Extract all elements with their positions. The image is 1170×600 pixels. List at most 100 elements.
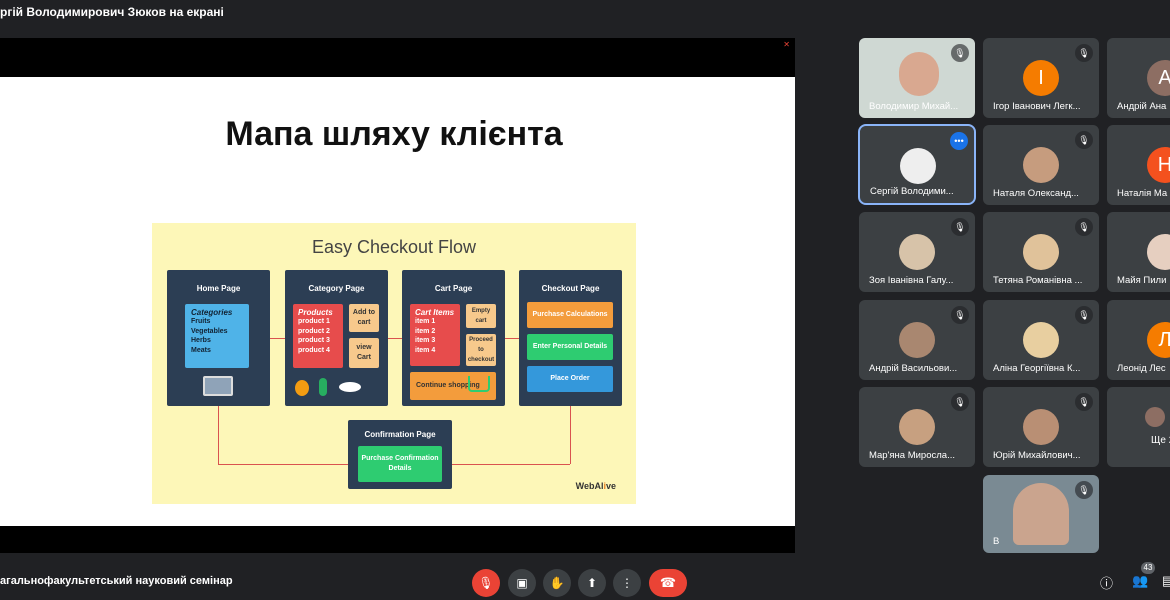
participant-name: Зоя Іванівна Галу... bbox=[869, 275, 954, 286]
mic-off-icon: 🎙 bbox=[951, 218, 969, 236]
shared-screen: ✕ Мапа шляху клієнта Easy Checkout Flow … bbox=[0, 38, 795, 553]
panel-title: Checkout Page bbox=[541, 284, 600, 293]
list-item: product 1 bbox=[298, 318, 330, 325]
confirmation-page-panel: Confirmation Page Purchase Confirmation … bbox=[348, 420, 452, 489]
present-screen-button[interactable]: ⬆ bbox=[578, 569, 606, 597]
participant-tile[interactable]: 🎙 Тетяна Романівна ... bbox=[983, 212, 1099, 292]
top-bar: ргій Володимирович Зюков на екрані bbox=[0, 0, 1170, 26]
list-item: Meats bbox=[191, 346, 211, 354]
flow-arrow bbox=[270, 338, 285, 339]
panel-title: Home Page bbox=[196, 284, 241, 293]
more-options-icon[interactable]: ••• bbox=[950, 132, 968, 150]
more-participants-count: Ще 27 bbox=[1151, 435, 1170, 446]
participant-name: Андрій Васильови... bbox=[869, 363, 958, 374]
mic-off-icon: 🎙 bbox=[1075, 44, 1093, 62]
mic-off-icon: 🎙 bbox=[478, 576, 494, 590]
products-heading: Products bbox=[298, 308, 333, 317]
diagram-title: Easy Checkout Flow bbox=[311, 237, 477, 257]
avatar bbox=[900, 148, 936, 184]
participant-tile[interactable]: 🎙 Зоя Іванівна Галу... bbox=[859, 212, 975, 292]
participant-tile[interactable]: 🎙 Андрій Васильови... bbox=[859, 300, 975, 380]
mic-off-icon: 🎙 bbox=[951, 306, 969, 324]
avatar: Н bbox=[1147, 147, 1170, 183]
avatar bbox=[1023, 409, 1059, 445]
flow-arrow bbox=[218, 464, 348, 465]
presentation-slide: Мапа шляху клієнта Easy Checkout Flow Ho… bbox=[0, 77, 795, 526]
participant-tile[interactable]: ••• Сергій Володими... bbox=[858, 124, 976, 205]
fish-icon bbox=[339, 382, 361, 392]
participant-tile[interactable]: Майя Пили bbox=[1107, 212, 1170, 292]
flow-arrow bbox=[570, 406, 571, 464]
slide-title: Мапа шляху клієнта bbox=[225, 115, 563, 153]
camera-toggle-button[interactable]: ▣ bbox=[508, 569, 536, 597]
cart-page-panel: Cart Page Cart Items item 1 item 2 item … bbox=[402, 270, 505, 406]
mic-off-icon: 🎙 bbox=[1075, 306, 1093, 324]
proceed-to-checkout-box: Proceed to checkout bbox=[466, 334, 496, 366]
participant-tile[interactable]: А Андрій Ана bbox=[1107, 38, 1170, 118]
meeting-name: агальнофакультетський науковий семінар bbox=[0, 575, 233, 587]
participant-tile[interactable]: Л Леонід Лес bbox=[1107, 300, 1170, 380]
categories-box: Categories Fruits Vegetables Herbs Meats bbox=[185, 304, 249, 368]
avatar: А bbox=[1147, 60, 1170, 96]
participant-name: Майя Пили bbox=[1117, 275, 1167, 286]
participant-name: Сергій Володими... bbox=[870, 186, 954, 197]
participant-tile[interactable]: 🎙 Юрій Михайлович... bbox=[983, 387, 1099, 467]
list-item: item 2 bbox=[415, 327, 436, 335]
list-item: item 4 bbox=[415, 346, 436, 354]
participant-tile[interactable]: 🎙 Аліна Георгіївна К... bbox=[983, 300, 1099, 380]
panel-title: Category Page bbox=[308, 284, 365, 293]
hand-icon: ✋ bbox=[549, 576, 565, 590]
participant-tile[interactable]: 🎙 Володимир Михай... bbox=[859, 38, 975, 118]
mic-off-icon: 🎙 bbox=[1075, 393, 1093, 411]
cart-items-heading: Cart Items bbox=[415, 308, 455, 317]
present-icon: ⬆ bbox=[586, 576, 598, 590]
participant-tile[interactable]: 🎙 В bbox=[983, 475, 1099, 553]
participant-tile[interactable]: 🎙 Мар'яна Миросла... bbox=[859, 387, 975, 467]
products-box: Products product 1 product 2 product 3 p… bbox=[293, 304, 343, 368]
list-item: Fruits bbox=[191, 318, 211, 325]
panel-title: Cart Page bbox=[434, 284, 473, 293]
participant-count-badge: 43 bbox=[1141, 562, 1155, 574]
cart-icon bbox=[468, 376, 490, 392]
more-vert-icon: ⋮ bbox=[621, 576, 633, 590]
info-icon[interactable]: ⓘ bbox=[1100, 573, 1113, 592]
empty-cart-box: Empty cart bbox=[466, 304, 496, 328]
logo-text: ve bbox=[605, 481, 616, 491]
close-icon[interactable]: ✕ bbox=[783, 40, 790, 49]
mic-toggle-button[interactable]: 🎙 bbox=[472, 569, 500, 597]
list-item: Vegetables bbox=[191, 327, 228, 335]
participant-tile[interactable]: Н Наталія Ма bbox=[1107, 125, 1170, 205]
avatar bbox=[899, 409, 935, 445]
participant-name: Мар'яна Миросла... bbox=[869, 450, 955, 461]
mic-off-icon: 🎙 bbox=[1075, 218, 1093, 236]
participant-name: Ігор Іванович Легк... bbox=[993, 101, 1081, 112]
webalive-logo: WebAlive bbox=[576, 481, 616, 491]
category-page-panel: Category Page Products product 1 product… bbox=[285, 270, 388, 406]
mic-off-icon: 🎙 bbox=[951, 44, 969, 62]
list-item: Herbs bbox=[191, 337, 211, 344]
mic-off-icon: 🎙 bbox=[951, 393, 969, 411]
enter-personal-details-box: Enter Personal Details bbox=[527, 334, 613, 360]
list-item: product 2 bbox=[298, 327, 330, 335]
fruit-icon bbox=[295, 380, 309, 396]
add-to-cart-box: Add to cart bbox=[349, 304, 379, 332]
participant-tile[interactable]: 🎙 Наталя Олександ... bbox=[983, 125, 1099, 205]
mic-off-icon: 🎙 bbox=[1075, 481, 1093, 499]
mic-off-icon: 🎙 bbox=[1075, 131, 1093, 149]
participant-tile[interactable]: І 🎙 Ігор Іванович Легк... bbox=[983, 38, 1099, 118]
bottom-bar: агальнофакультетський науковий семінар 🎙… bbox=[0, 560, 1170, 600]
chat-icon[interactable]: ▤ bbox=[1162, 573, 1170, 589]
purchase-confirmation-box: Purchase Confirmation Details bbox=[358, 446, 442, 482]
computer-icon bbox=[203, 376, 233, 396]
more-options-button[interactable]: ⋮ bbox=[613, 569, 641, 597]
flow-arrow bbox=[218, 406, 219, 464]
more-participants-tile[interactable]: Ще 27 bbox=[1107, 387, 1170, 467]
avatar bbox=[1023, 234, 1059, 270]
avatar bbox=[1145, 407, 1165, 427]
leave-call-button[interactable]: ☎ bbox=[649, 569, 687, 597]
list-item: item 1 bbox=[415, 318, 436, 325]
people-icon[interactable]: 👥 bbox=[1132, 573, 1148, 589]
participant-name: Аліна Георгіївна К... bbox=[993, 363, 1081, 374]
raise-hand-button[interactable]: ✋ bbox=[543, 569, 571, 597]
participant-name: Тетяна Романівна ... bbox=[993, 275, 1083, 286]
